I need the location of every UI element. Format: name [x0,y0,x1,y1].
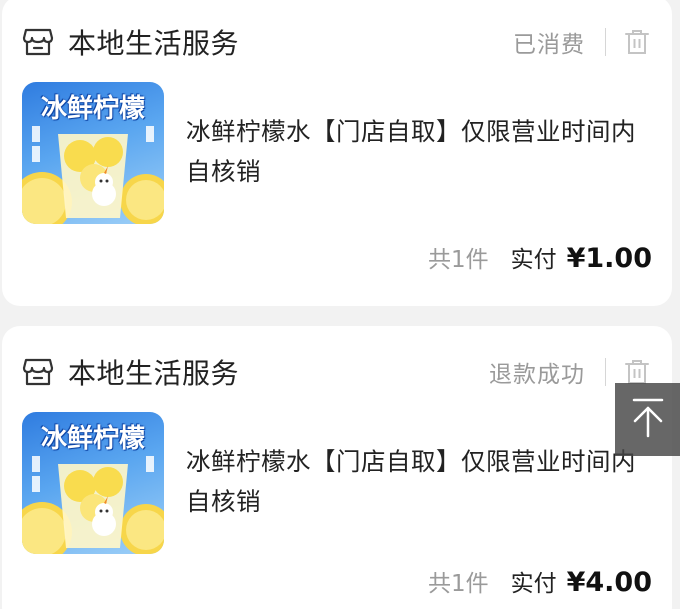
trash-icon[interactable] [624,358,650,386]
trash-icon[interactable] [624,28,650,56]
order-card[interactable]: 本地生活服务 已消费 冰鲜柠檬 冰鲜柠檬水【门店自取】仅限营业时间内自核销 共1… [2,0,672,306]
order-card[interactable]: 本地生活服务 退款成功 冰鲜柠檬 冰鲜柠檬水【门店自取】仅限营业时间内自核销 共… [2,326,672,609]
quantity: 共1件 [427,247,489,273]
paid-amount: ¥4.00 [566,567,652,598]
divider [605,358,606,386]
order-header: 本地生活服务 退款成功 [22,352,650,392]
product-title[interactable]: 冰鲜柠檬水【门店自取】仅限营业时间内自核销 [186,112,646,232]
product-image[interactable]: 冰鲜柠檬 [22,412,164,554]
order-status: 已消费 [513,32,585,58]
image-caption: 冰鲜柠檬 [40,94,145,124]
arrow-up-icon [628,396,668,444]
shop-name[interactable]: 本地生活服务 [68,22,239,62]
divider [605,28,606,56]
product-row[interactable]: 冰鲜柠檬 冰鲜柠檬水【门店自取】仅限营业时间内自核销 [22,82,650,232]
product-image[interactable]: 冰鲜柠檬 [22,82,164,224]
paid-label: 实付 [510,571,557,597]
store-icon [22,356,54,388]
order-summary: 共1件 实付 ¥4.00 [428,564,652,598]
order-status: 退款成功 [489,362,585,388]
product-title[interactable]: 冰鲜柠檬水【门店自取】仅限营业时间内自核销 [186,442,646,562]
paid-amount: ¥1.00 [566,243,652,274]
store-icon [22,26,54,58]
back-to-top-button[interactable] [615,383,680,456]
shop-name[interactable]: 本地生活服务 [68,352,239,392]
quantity: 共1件 [427,571,489,597]
order-header: 本地生活服务 已消费 [22,22,650,62]
product-row[interactable]: 冰鲜柠檬 冰鲜柠檬水【门店自取】仅限营业时间内自核销 [22,412,650,562]
order-summary: 共1件 实付 ¥1.00 [428,240,652,274]
paid-label: 实付 [510,247,557,273]
image-caption: 冰鲜柠檬 [40,424,145,454]
